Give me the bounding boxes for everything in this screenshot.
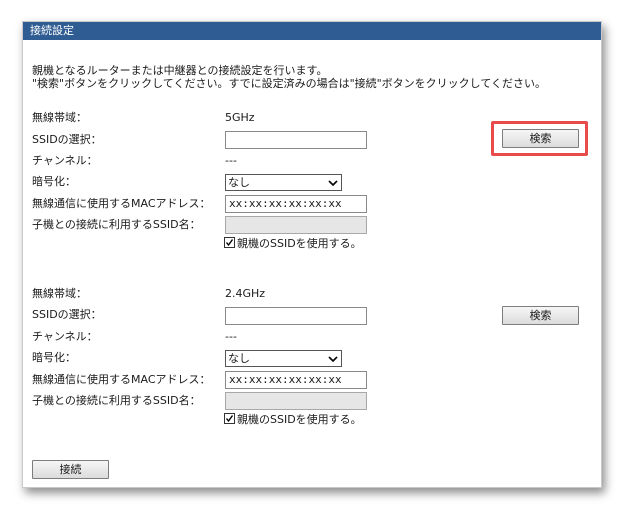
mac-label-24ghz: 無線通信に使用するMACアドレス： xyxy=(32,373,211,386)
child-ssid-label-24ghz: 子機との接続に利用するSSID名： xyxy=(32,394,201,407)
band-label-24ghz: 無線帯域： xyxy=(32,287,87,300)
use-parent-ssid-checkbox-24ghz[interactable]: 親機のSSIDを使用する。 xyxy=(224,413,362,427)
description-line-2: "検索"ボタンをクリックしてください。すでに設定済みの場合は"接続"ボタンをクリ… xyxy=(32,77,547,90)
ssid-input-24ghz[interactable] xyxy=(225,307,367,325)
checkmark-icon xyxy=(225,239,234,247)
panel-title: 接続設定 xyxy=(23,22,601,40)
mac-input-5ghz[interactable]: xx:xx:xx:xx:xx:xx xyxy=(225,195,367,213)
encryption-label-24ghz: 暗号化： xyxy=(32,351,76,364)
channel-label-24ghz: チャンネル： xyxy=(32,330,98,343)
checkbox-box[interactable] xyxy=(224,413,235,424)
band-label-5ghz: 無線帯域： xyxy=(32,111,87,124)
band-value-5ghz: 5GHz xyxy=(225,111,255,124)
channel-value-5ghz: --- xyxy=(225,154,237,167)
search-button-24ghz[interactable]: 検索 xyxy=(502,306,579,325)
encryption-label-5ghz: 暗号化： xyxy=(32,175,76,188)
encryption-selected-value: なし xyxy=(228,176,250,189)
mac-label-5ghz: 無線通信に使用するMACアドレス： xyxy=(32,197,211,210)
chevron-down-icon xyxy=(328,353,338,363)
encryption-select-24ghz[interactable]: なし xyxy=(225,350,342,367)
use-parent-ssid-checkbox-5ghz[interactable]: 親機のSSIDを使用する。 xyxy=(224,237,362,251)
ssid-label-5ghz: SSIDの選択： xyxy=(32,133,102,146)
checkbox-box[interactable] xyxy=(224,237,235,248)
channel-value-24ghz: --- xyxy=(225,330,237,343)
encryption-selected-value: なし xyxy=(228,352,250,365)
channel-label-5ghz: チャンネル： xyxy=(32,154,98,167)
child-ssid-input-24ghz xyxy=(225,392,367,410)
mac-input-24ghz[interactable]: xx:xx:xx:xx:xx:xx xyxy=(225,371,367,389)
use-parent-ssid-label: 親機のSSIDを使用する。 xyxy=(237,413,362,426)
description-line-1: 親機となるルーターまたは中継器との接続設定を行います。 xyxy=(32,64,328,77)
chevron-down-icon xyxy=(328,177,338,187)
checkmark-icon xyxy=(225,415,234,423)
connect-button[interactable]: 接続 xyxy=(32,460,109,479)
connection-settings-panel: 接続設定 親機となるルーターまたは中継器との接続設定を行います。 "検索"ボタン… xyxy=(22,21,602,488)
ssid-label-24ghz: SSIDの選択： xyxy=(32,308,102,321)
highlight-box xyxy=(491,121,588,156)
use-parent-ssid-label: 親機のSSIDを使用する。 xyxy=(237,237,362,250)
child-ssid-input-5ghz xyxy=(225,216,367,234)
ssid-input-5ghz[interactable] xyxy=(225,131,367,149)
child-ssid-label-5ghz: 子機との接続に利用するSSID名： xyxy=(32,218,201,231)
encryption-select-5ghz[interactable]: なし xyxy=(225,174,342,191)
band-value-24ghz: 2.4GHz xyxy=(225,287,266,300)
